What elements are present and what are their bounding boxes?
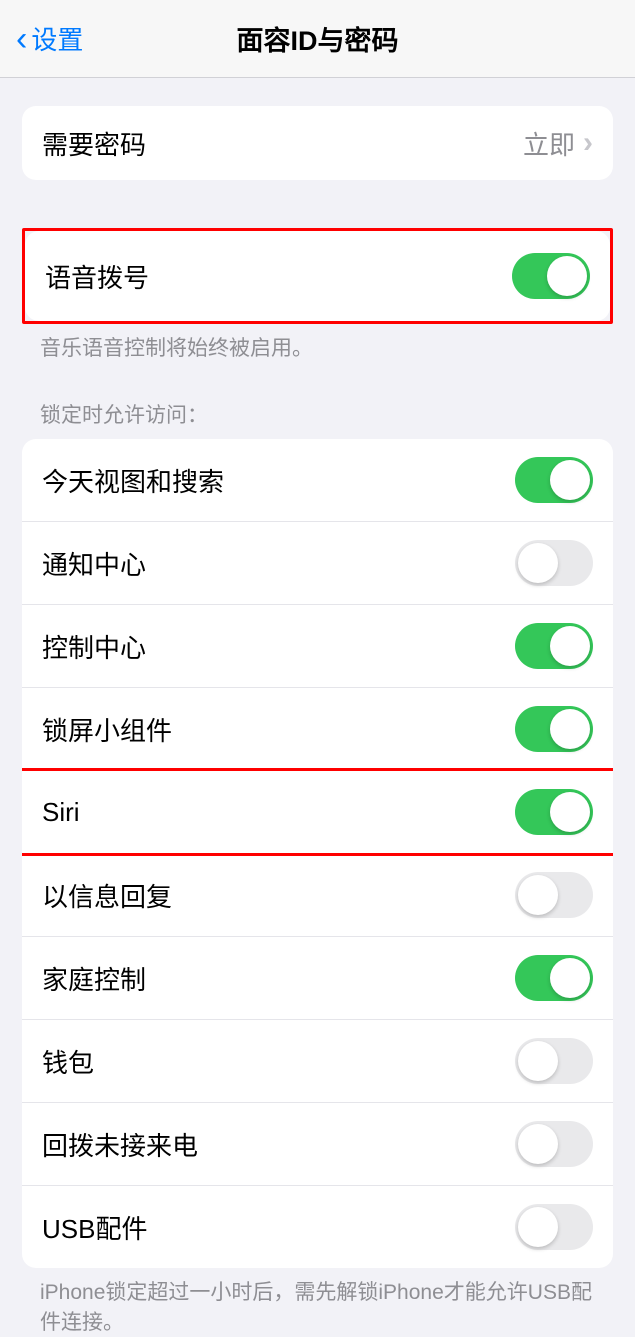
allow-access-row[interactable]: 控制中心	[22, 605, 613, 688]
voice-dial-label: 语音拨号	[45, 258, 512, 295]
toggle-knob	[547, 256, 587, 296]
allow-access-label: 回拨未接来电	[42, 1126, 515, 1163]
back-label: 设置	[31, 20, 83, 57]
usb-footer: iPhone锁定超过一小时后，需先解锁iPhone才能允许USB配件连接。	[0, 1268, 635, 1337]
allow-access-toggle[interactable]	[515, 955, 593, 1001]
toggle-knob	[550, 626, 590, 666]
require-passcode-value: 立即	[523, 125, 575, 162]
navigation-header: ‹ 设置 面容ID与密码	[0, 0, 635, 78]
toggle-knob	[550, 792, 590, 832]
allow-access-row[interactable]: 回拨未接来电	[22, 1103, 613, 1186]
allow-access-toggle[interactable]	[515, 457, 593, 503]
allow-access-toggle[interactable]	[515, 706, 593, 752]
allow-access-label: 今天视图和搜索	[42, 462, 515, 499]
allow-access-label: 控制中心	[42, 628, 515, 665]
allow-access-toggle[interactable]	[515, 872, 593, 918]
toggle-knob	[518, 1207, 558, 1247]
toggle-knob	[550, 958, 590, 998]
allow-access-label: 以信息回复	[42, 877, 515, 914]
allow-access-row[interactable]: 钱包	[22, 1020, 613, 1103]
allow-access-toggle[interactable]	[515, 1121, 593, 1167]
allow-access-label: USB配件	[42, 1209, 515, 1246]
toggle-knob	[518, 1041, 558, 1081]
voice-dial-group: 语音拨号	[25, 231, 610, 321]
allow-access-label: 钱包	[42, 1043, 515, 1080]
chevron-left-icon: ‹	[16, 22, 27, 56]
toggle-knob	[518, 875, 558, 915]
toggle-knob	[518, 543, 558, 583]
allow-access-row[interactable]: Siri	[22, 771, 613, 854]
voice-dial-toggle[interactable]	[512, 253, 590, 299]
chevron-right-icon: ›	[583, 126, 593, 160]
allow-access-row[interactable]: 通知中心	[22, 522, 613, 605]
allow-access-row[interactable]: USB配件	[22, 1186, 613, 1268]
allow-access-toggle[interactable]	[515, 540, 593, 586]
require-passcode-label: 需要密码	[42, 125, 523, 162]
require-passcode-group: 需要密码 立即 ›	[22, 106, 613, 180]
voice-dial-footer: 音乐语音控制将始终被启用。	[0, 324, 635, 363]
allow-access-toggle[interactable]	[515, 789, 593, 835]
allow-access-label: Siri	[42, 797, 515, 828]
allow-access-label: 家庭控制	[42, 960, 515, 997]
toggle-knob	[550, 460, 590, 500]
page-title: 面容ID与密码	[237, 19, 399, 58]
allow-access-toggle[interactable]	[515, 623, 593, 669]
require-passcode-row[interactable]: 需要密码 立即 ›	[22, 106, 613, 180]
allow-access-group: 今天视图和搜索通知中心控制中心锁屏小组件 Siri 以信息回复家庭控制钱包回拨未接来…	[22, 439, 613, 1268]
voice-dial-row[interactable]: 语音拨号	[25, 231, 610, 321]
toggle-knob	[550, 709, 590, 749]
allow-access-toggle[interactable]	[515, 1038, 593, 1084]
allow-access-row[interactable]: 锁屏小组件	[22, 688, 613, 771]
voice-dial-highlight: 语音拨号	[22, 228, 613, 324]
back-button[interactable]: ‹ 设置	[16, 20, 83, 57]
allow-access-row[interactable]: 家庭控制	[22, 937, 613, 1020]
allow-access-label: 通知中心	[42, 545, 515, 582]
toggle-knob	[518, 1124, 558, 1164]
allow-access-row[interactable]: 今天视图和搜索	[22, 439, 613, 522]
allow-access-toggle[interactable]	[515, 1204, 593, 1250]
allow-access-label: 锁屏小组件	[42, 711, 515, 748]
allow-access-row[interactable]: 以信息回复	[22, 854, 613, 937]
allow-access-header: 锁定时允许访问：	[0, 399, 635, 439]
